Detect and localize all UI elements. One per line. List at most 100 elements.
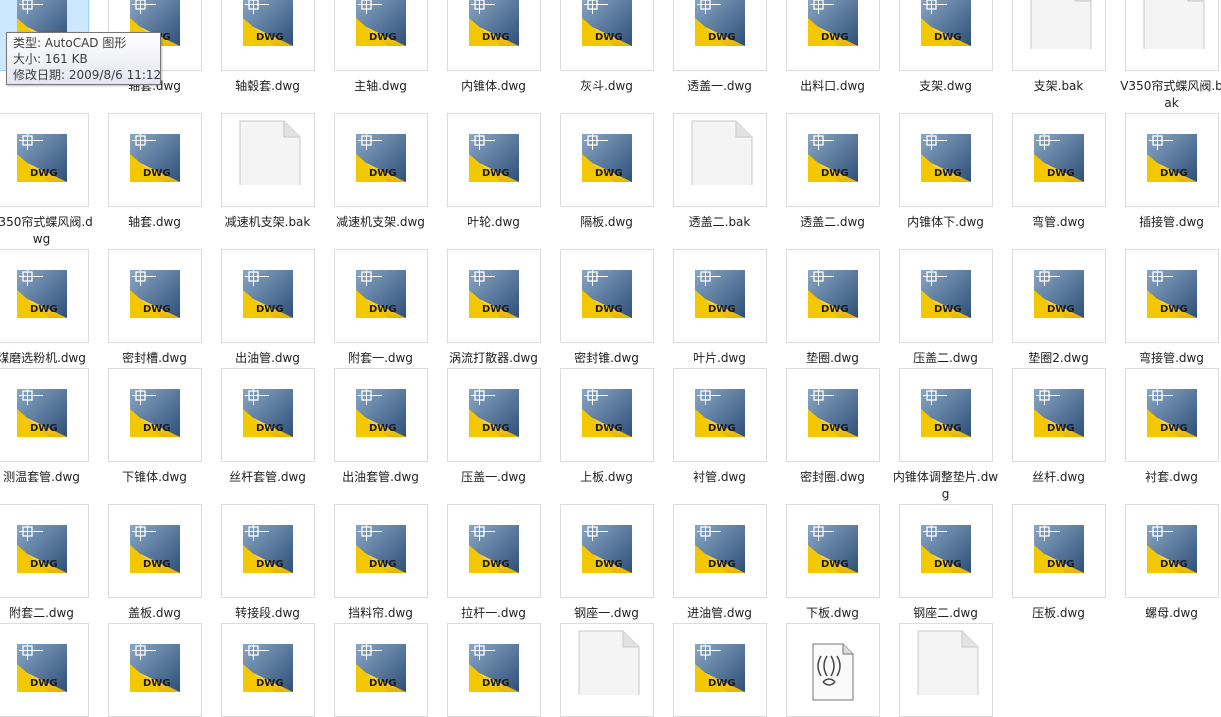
- file-thumbnail: DWG: [1012, 113, 1106, 207]
- file-name: 压盖二.dwg: [913, 351, 978, 365]
- file-thumbnail: DWG: [221, 368, 315, 462]
- file-thumbnail: DWG: [0, 249, 89, 343]
- file-name: 透盖一.dwg: [687, 79, 752, 93]
- file-name: 垫圈2.dwg: [1028, 351, 1089, 365]
- svg-text:DWG: DWG: [934, 559, 962, 570]
- file-name: 支架.dwg: [919, 79, 972, 93]
- file-thumbnail: DWG: [560, 0, 654, 71]
- file-name: 减速机支架.dwg: [336, 215, 425, 229]
- file-thumbnail: DWG: [334, 368, 428, 462]
- svg-text:DWG: DWG: [595, 168, 623, 179]
- file-thumbnail: DWG: [786, 0, 880, 71]
- file-name: 弯管.dwg: [1032, 215, 1085, 229]
- file-thumbnail: DWG: [786, 368, 880, 462]
- file-thumbnail: [221, 113, 315, 207]
- svg-text:DWG: DWG: [256, 678, 284, 689]
- file-thumbnail: DWG: [447, 0, 541, 71]
- svg-text:DWG: DWG: [934, 304, 962, 315]
- file-thumbnail: DWG: [899, 368, 993, 462]
- file-name: 拉杆一.dwg: [461, 606, 526, 620]
- svg-text:DWG: DWG: [256, 304, 284, 315]
- file-name: V350帘式蝶风阀.dwg: [0, 215, 93, 246]
- tooltip-modified: 修改日期: 2009/8/6 11:12: [13, 68, 162, 82]
- file-thumbnail: DWG: [108, 249, 202, 343]
- file-icon-grid: DWG DWG 轴套.dwg: [0, 0, 1221, 717]
- tooltip-type: 类型: AutoCAD 图形: [13, 36, 127, 50]
- file-name: 涡流打散器.dwg: [449, 351, 538, 365]
- svg-text:DWG: DWG: [143, 168, 171, 179]
- file-thumbnail: DWG: [560, 113, 654, 207]
- file-thumbnail: [1012, 0, 1106, 71]
- file-thumbnail: DWG: [334, 504, 428, 598]
- file-thumbnail: DWG: [447, 113, 541, 207]
- svg-text:DWG: DWG: [821, 168, 849, 179]
- file-name: V350帘式蝶风阀.bak: [1120, 79, 1221, 110]
- file-name: 盖板.dwg: [128, 606, 181, 620]
- file-thumbnail: DWG: [899, 504, 993, 598]
- svg-text:DWG: DWG: [369, 678, 397, 689]
- svg-text:DWG: DWG: [1047, 168, 1075, 179]
- svg-text:DWG: DWG: [143, 678, 171, 689]
- svg-text:DWG: DWG: [482, 678, 510, 689]
- svg-text:DWG: DWG: [369, 423, 397, 434]
- file-thumbnail: DWG: [447, 504, 541, 598]
- svg-text:DWG: DWG: [369, 304, 397, 315]
- file-name: 密封圈.dwg: [800, 470, 865, 484]
- file-thumbnail: DWG: [560, 249, 654, 343]
- file-name: 附套二.dwg: [9, 606, 74, 620]
- svg-text:DWG: DWG: [482, 168, 510, 179]
- file-thumbnail: DWG: [108, 113, 202, 207]
- file-name: 出油套管.dwg: [342, 470, 419, 484]
- svg-text:DWG: DWG: [369, 168, 397, 179]
- tooltip-size: 大小: 161 KB: [13, 52, 88, 66]
- svg-text:DWG: DWG: [708, 423, 736, 434]
- file-name: 测温套管.dwg: [3, 470, 80, 484]
- svg-text:DWG: DWG: [143, 423, 171, 434]
- svg-text:DWG: DWG: [256, 32, 284, 43]
- svg-text:DWG: DWG: [30, 304, 58, 315]
- file-thumbnail: [560, 623, 654, 717]
- file-name: 密封槽.dwg: [122, 351, 187, 365]
- file-name: 叶轮.dwg: [467, 215, 520, 229]
- file-name: 叶片.dwg: [693, 351, 746, 365]
- svg-text:DWG: DWG: [708, 559, 736, 570]
- svg-text:DWG: DWG: [595, 559, 623, 570]
- file-thumbnail: [673, 113, 767, 207]
- file-thumbnail: DWG: [334, 113, 428, 207]
- file-name: 螺母.dwg: [1145, 606, 1198, 620]
- file-name: 下锥体.dwg: [122, 470, 187, 484]
- file-thumbnail: DWG: [673, 249, 767, 343]
- svg-text:DWG: DWG: [1047, 304, 1075, 315]
- svg-text:DWG: DWG: [482, 32, 510, 43]
- file-name: 转接段.dwg: [235, 606, 300, 620]
- file-thumbnail: DWG: [0, 623, 89, 717]
- file-name: 压板.dwg: [1032, 606, 1085, 620]
- file-name: 丝杆套管.dwg: [229, 470, 306, 484]
- file-thumbnail: DWG: [108, 623, 202, 717]
- file-name: 垫圈.dwg: [806, 351, 859, 365]
- file-name: 出油管.dwg: [235, 351, 300, 365]
- svg-text:DWG: DWG: [934, 32, 962, 43]
- file-thumbnail: DWG: [673, 0, 767, 71]
- file-thumbnail: [899, 623, 993, 717]
- svg-text:DWG: DWG: [482, 559, 510, 570]
- file-name: 衬套.dwg: [1145, 470, 1198, 484]
- file-thumbnail: DWG: [1125, 368, 1219, 462]
- file-thumbnail: DWG: [108, 368, 202, 462]
- file-thumbnail: DWG: [0, 504, 89, 598]
- file-thumbnail: DWG: [334, 0, 428, 71]
- svg-text:DWG: DWG: [1160, 168, 1188, 179]
- file-thumbnail: DWG: [108, 504, 202, 598]
- file-name: 透盖二.dwg: [800, 215, 865, 229]
- svg-text:DWG: DWG: [30, 168, 58, 179]
- file-name: 减速机支架.bak: [224, 215, 311, 229]
- svg-text:DWG: DWG: [1160, 423, 1188, 434]
- file-thumbnail: DWG: [334, 249, 428, 343]
- svg-text:DWG: DWG: [708, 678, 736, 689]
- file-thumbnail: DWG: [447, 249, 541, 343]
- file-name: 透盖二.bak: [688, 215, 751, 229]
- svg-text:DWG: DWG: [708, 304, 736, 315]
- file-thumbnail: DWG: [899, 113, 993, 207]
- svg-text:DWG: DWG: [595, 304, 623, 315]
- file-name: 密封锥.dwg: [574, 351, 639, 365]
